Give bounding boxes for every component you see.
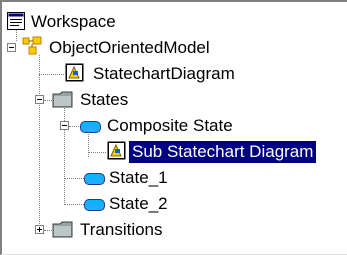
state-icon xyxy=(84,199,105,211)
tree-item-label: States xyxy=(80,90,129,109)
tree-item-object-oriented-model[interactable]: ObjectOrientedModel xyxy=(2,36,347,62)
tree-item-label: Sub Statechart Diagram xyxy=(127,140,318,164)
tree-item-state-2[interactable]: State_2 xyxy=(2,192,347,218)
tree-item-state-1[interactable]: State_1 xyxy=(2,166,347,192)
statechart-diagram-icon xyxy=(65,63,84,82)
state-icon xyxy=(84,173,105,185)
tree-item-states[interactable]: States xyxy=(2,88,347,114)
state-icon xyxy=(80,121,101,133)
collapse-toggle[interactable] xyxy=(60,121,69,130)
workspace-icon xyxy=(7,12,25,30)
workspace-tree[interactable]: Workspace ObjectOrientedModel Statechart… xyxy=(2,2,347,254)
folder-icon xyxy=(52,91,73,108)
tree-item-label: Transitions xyxy=(80,220,163,239)
tree-item-composite-state[interactable]: Composite State xyxy=(2,114,347,140)
expand-toggle[interactable] xyxy=(35,225,44,234)
collapse-toggle[interactable] xyxy=(35,95,44,104)
tree-item-label: State_2 xyxy=(109,194,168,213)
workspace-tree-panel: Workspace ObjectOrientedModel Statechart… xyxy=(0,0,347,255)
folder-icon xyxy=(52,221,73,238)
tree-item-transitions[interactable]: Transitions xyxy=(2,218,347,244)
statechart-diagram-icon xyxy=(107,141,126,160)
model-icon xyxy=(22,36,42,55)
tree-item-label: State_1 xyxy=(109,168,168,187)
tree-item-label: Composite State xyxy=(107,116,233,135)
collapse-toggle[interactable] xyxy=(7,43,16,52)
tree-item-label: Workspace xyxy=(31,12,116,31)
tree-item-label: StatechartDiagram xyxy=(93,64,235,83)
tree-item-workspace[interactable]: Workspace xyxy=(2,10,347,36)
tree-item-sub-statechart-diagram[interactable]: Sub Statechart Diagram xyxy=(2,140,347,166)
tree-item-statechart-diagram[interactable]: StatechartDiagram xyxy=(2,62,347,88)
tree-item-label: ObjectOrientedModel xyxy=(49,38,210,57)
